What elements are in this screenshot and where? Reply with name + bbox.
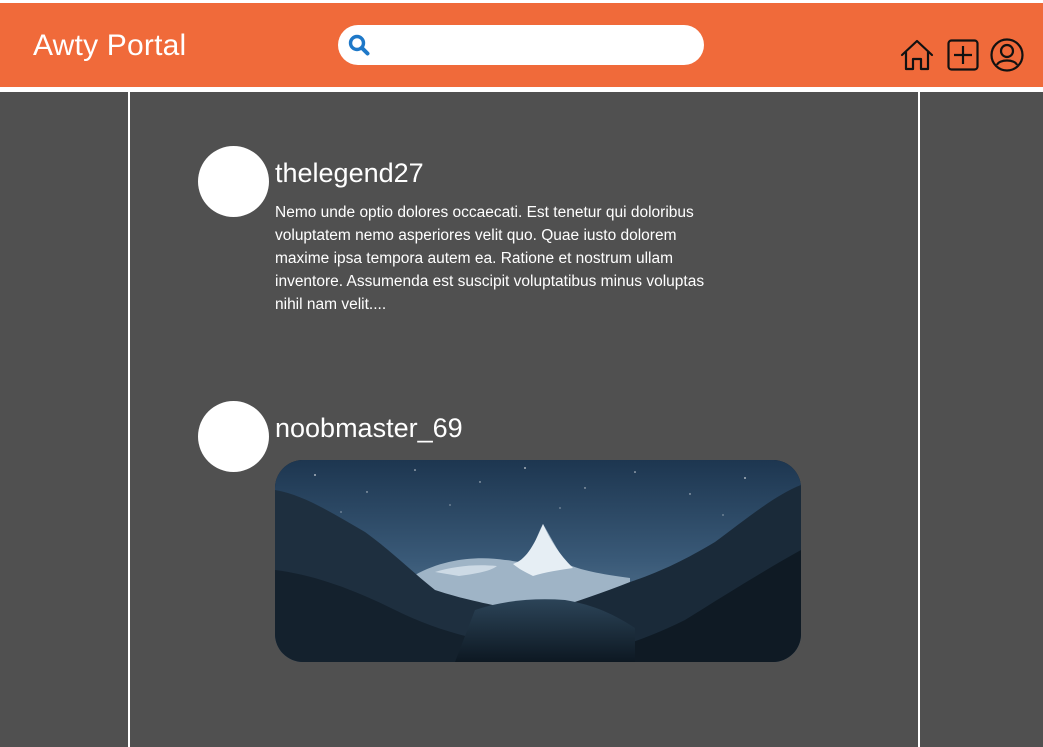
feed-area: thelegend27 Nemo unde optio dolores occa… bbox=[0, 92, 1043, 747]
right-column-divider bbox=[918, 92, 920, 747]
left-column-divider bbox=[128, 92, 130, 747]
post-username[interactable]: thelegend27 bbox=[275, 158, 424, 189]
add-post-button[interactable] bbox=[945, 37, 981, 73]
account-icon bbox=[990, 38, 1024, 72]
post-username[interactable]: noobmaster_69 bbox=[275, 413, 463, 444]
avatar[interactable] bbox=[198, 401, 269, 472]
account-button[interactable] bbox=[989, 37, 1025, 73]
search-input[interactable] bbox=[378, 28, 690, 62]
avatar[interactable] bbox=[198, 146, 269, 217]
post-text: Nemo unde optio dolores occaecati. Est t… bbox=[275, 204, 705, 313]
home-icon bbox=[900, 39, 934, 71]
search-icon[interactable] bbox=[346, 32, 372, 58]
home-button[interactable] bbox=[899, 37, 935, 73]
search-bar[interactable] bbox=[338, 25, 704, 65]
app-window: Awty Portal thelegend27 Nemo unde optio … bbox=[0, 0, 1043, 747]
post-image[interactable] bbox=[275, 460, 801, 662]
top-bar: Awty Portal bbox=[0, 3, 1043, 87]
brand-title[interactable]: Awty Portal bbox=[33, 29, 186, 63]
add-icon bbox=[947, 39, 979, 71]
mountain-night-photo bbox=[275, 460, 801, 662]
